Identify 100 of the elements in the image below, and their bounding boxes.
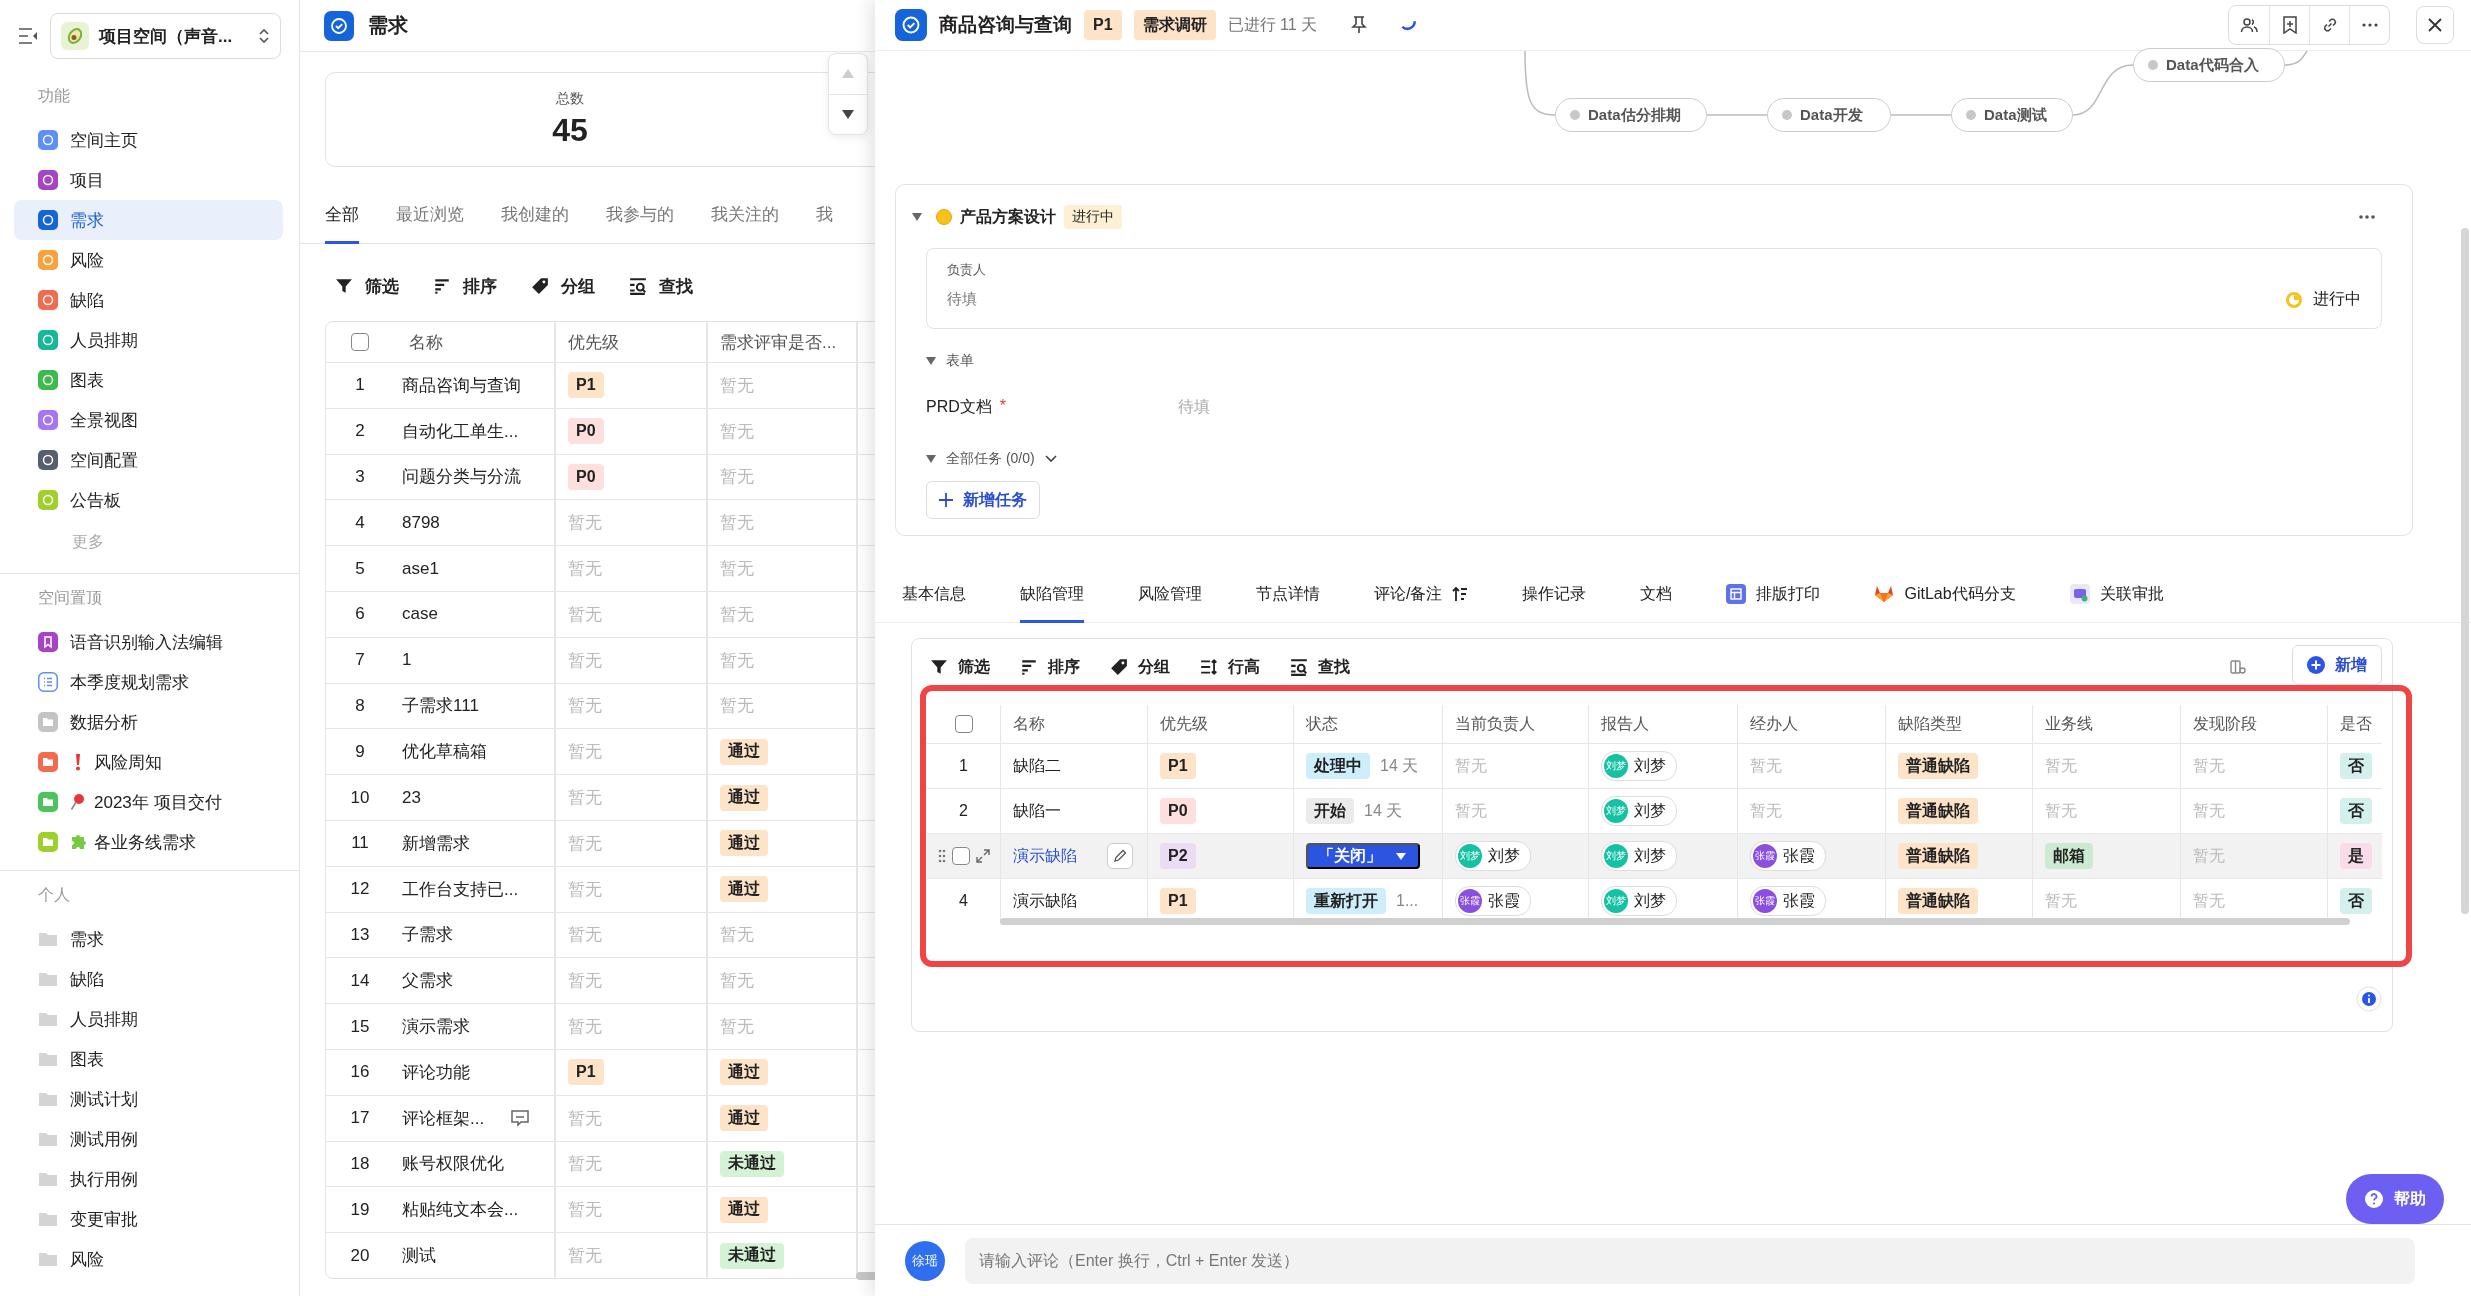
sidebar-item[interactable]: 语音识别输入法编辑	[14, 622, 283, 662]
sidebar-item[interactable]: 风险	[14, 1239, 283, 1279]
add-task-button[interactable]: 新增任务	[926, 481, 1040, 519]
detail-tab[interactable]: 评论/备注	[1374, 582, 1469, 623]
detail-tab[interactable]: 基本信息	[902, 582, 966, 623]
view-tab[interactable]: 我参与的	[606, 187, 674, 244]
sidebar-item[interactable]: 人员排期	[14, 320, 283, 360]
requirement-name[interactable]: 8798	[402, 512, 440, 533]
pin-icon[interactable]	[1351, 16, 1368, 34]
detail-tab[interactable]: 操作记录	[1522, 582, 1587, 623]
view-tab[interactable]: 最近浏览	[396, 187, 464, 244]
requirement-name[interactable]: 新增需求	[402, 831, 470, 855]
sidebar-item[interactable]: 数据分析	[14, 702, 283, 742]
requirement-name[interactable]: 自动化工单生...	[402, 419, 519, 443]
sidebar-item[interactable]: 需求	[14, 200, 283, 240]
requirement-name[interactable]: 测试	[402, 1244, 436, 1268]
requirement-name[interactable]: 23	[402, 787, 421, 808]
sidebar-item[interactable]: 图表	[14, 360, 283, 400]
requirement-name[interactable]: 评论框架...	[402, 1106, 485, 1130]
add-defect-button[interactable]: 新增	[2292, 645, 2382, 685]
collapse-caret-icon[interactable]	[926, 455, 936, 463]
detail-tab[interactable]: GitLab代码分支	[1874, 582, 2016, 623]
requirement-name[interactable]: case	[402, 604, 438, 625]
collapse-caret-icon[interactable]	[912, 213, 922, 221]
scrollbar-thumb[interactable]	[1000, 918, 2350, 925]
flow-node[interactable]: Data测试	[1951, 98, 2073, 132]
sidebar-item[interactable]: 空间主页	[14, 120, 283, 160]
sidebar-item[interactable]: 测试计划	[14, 1079, 283, 1119]
toolbar-button[interactable]: 查找	[629, 274, 693, 298]
toolbar-button[interactable]: 行高	[1200, 656, 1260, 678]
view-tab[interactable]: 我创建的	[501, 187, 569, 244]
detail-tab[interactable]: 关联审批	[2069, 582, 2164, 623]
view-tab[interactable]: 全部	[325, 187, 359, 244]
sidebar-item[interactable]: 公告板	[14, 480, 283, 520]
drag-handle-icon[interactable]	[937, 849, 946, 863]
sidebar-item[interactable]: 执行用例	[14, 1159, 283, 1199]
detail-tab[interactable]: 缺陷管理	[1020, 582, 1084, 623]
detail-tab[interactable]: 风险管理	[1138, 582, 1202, 623]
defect-name[interactable]: 缺陷二	[1013, 755, 1061, 777]
sidebar-item[interactable]: 项目	[14, 160, 283, 200]
requirement-name[interactable]: 子需求	[402, 923, 453, 947]
requirement-name[interactable]: 1	[402, 650, 412, 671]
toolbar-button[interactable]: 排序	[1020, 656, 1080, 678]
sidebar-item[interactable]: 2023年 项目交付	[14, 782, 283, 822]
sidebar-item[interactable]: 测试用例	[14, 1119, 283, 1159]
status-dropdown[interactable]: 「关闭」	[1306, 843, 1420, 869]
columns-icon[interactable]	[2230, 659, 2246, 675]
checkbox[interactable]	[351, 333, 369, 351]
chevron-down-icon[interactable]	[1044, 455, 1057, 463]
more-icon[interactable]	[2358, 214, 2376, 220]
sidebar-item[interactable]: 风险周知	[14, 742, 283, 782]
toolbar-button[interactable]: 查找	[1290, 656, 1350, 678]
defect-name[interactable]: 演示缺陷	[1013, 845, 1077, 867]
scrollbar-thumb[interactable]	[2461, 228, 2469, 914]
comment-input[interactable]: 请输入评论（Enter 换行，Ctrl + Enter 发送）	[965, 1237, 2415, 1284]
expand-icon[interactable]	[975, 849, 990, 863]
edit-button[interactable]	[1107, 843, 1133, 869]
toolbar-button[interactable]: 筛选	[930, 656, 990, 678]
requirement-name[interactable]: 优化草稿箱	[402, 740, 487, 764]
close-button[interactable]	[2416, 6, 2454, 44]
checkbox[interactable]	[951, 847, 970, 865]
requirement-name[interactable]: 账号权限优化	[402, 1152, 504, 1176]
help-button[interactable]: 帮助	[2346, 1174, 2444, 1224]
sidebar-item[interactable]: 缺陷	[14, 959, 283, 999]
flow-node[interactable]: Data估分排期	[1555, 98, 1707, 132]
space-selector[interactable]: 项目空间（声音...	[50, 13, 281, 59]
flow-node[interactable]: Data代码合入	[2133, 48, 2285, 82]
requirement-name[interactable]: 子需求111	[402, 694, 479, 718]
requirement-name[interactable]: 演示需求	[402, 1015, 470, 1039]
flow-node[interactable]: Data开发	[1767, 98, 1891, 132]
sidebar-item[interactable]: 变更审批	[14, 1199, 283, 1239]
requirement-name[interactable]: 商品咨询与查询	[402, 373, 521, 397]
view-tab[interactable]: 我	[816, 187, 833, 244]
toolbar-button[interactable]: 筛选	[335, 274, 399, 298]
requirement-name[interactable]: 工作台支持已...	[402, 877, 519, 901]
detail-tab[interactable]: 排版打印	[1726, 582, 1821, 623]
collapse-caret-icon[interactable]	[926, 357, 936, 365]
requirement-name[interactable]: 评论功能	[402, 1060, 470, 1084]
detail-tab[interactable]: 文档	[1640, 582, 1673, 623]
requirement-name[interactable]: 问题分类与分流	[402, 465, 521, 489]
defect-name[interactable]: 演示缺陷	[1013, 890, 1077, 912]
owner-field[interactable]: 负责人 待填 进行中	[926, 248, 2382, 329]
requirement-name[interactable]: ase1	[402, 558, 439, 579]
collapse-sidebar-icon[interactable]	[18, 27, 38, 45]
sidebar-item[interactable]: 需求	[14, 919, 283, 959]
sidebar-item[interactable]: 本季度规划需求	[14, 662, 283, 702]
toolbar-button[interactable]: 排序	[433, 274, 497, 298]
sidebar-item[interactable]: 缺陷	[14, 280, 283, 320]
toolbar-button[interactable]: 分组	[1110, 656, 1170, 678]
sidebar-item[interactable]: 空间配置	[14, 440, 283, 480]
requirement-name[interactable]: 粘贴纯文本会...	[402, 1198, 519, 1222]
comment-icon[interactable]	[510, 1109, 531, 1128]
sidebar-item[interactable]: 全景视图	[14, 400, 283, 440]
defect-name[interactable]: 缺陷一	[1013, 800, 1061, 822]
checkbox[interactable]	[954, 715, 973, 733]
toolbar-button[interactable]: 分组	[531, 274, 595, 298]
sidebar-item[interactable]: 人员排期	[14, 999, 283, 1039]
requirement-name[interactable]: 父需求	[402, 969, 453, 993]
detail-tab[interactable]: 节点详情	[1256, 582, 1320, 623]
sidebar-item[interactable]: 图表	[14, 1039, 283, 1079]
